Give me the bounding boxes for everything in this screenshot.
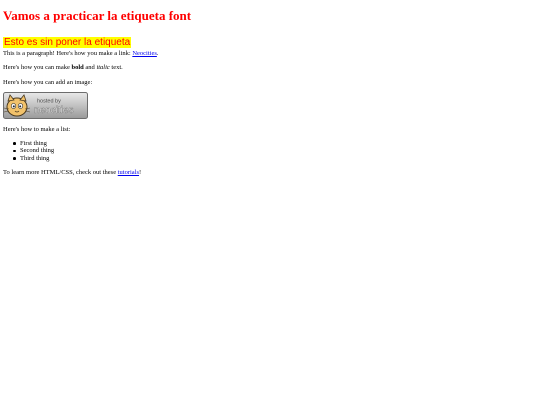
neocities-link[interactable]: Neocities xyxy=(132,50,157,57)
page-title: Vamos a practicar la etiqueta font xyxy=(3,8,192,23)
format-text-end: text. xyxy=(109,64,123,72)
page-content: Vamos a practicar la etiqueta font Esto … xyxy=(3,0,533,177)
bullet-icon xyxy=(13,157,16,160)
badge-line1: hosted by xyxy=(37,99,61,105)
hosted-by-neocities-badge[interactable]: hosted by neocities xyxy=(3,92,88,120)
list-item: Second thing xyxy=(13,147,533,155)
list-intro: Here's how to make a list: xyxy=(3,126,71,134)
paragraph-link-text: This is a paragraph! Here's how you make… xyxy=(3,49,133,57)
format-text-middle: and xyxy=(83,64,97,72)
thing-list: First thing Second thing Third thing xyxy=(3,140,533,163)
badge-graphic: hosted by neocities xyxy=(3,92,88,120)
bullet-icon xyxy=(13,149,16,153)
list-item-label: First thing xyxy=(20,139,47,147)
format-text-start: Here's how you can make xyxy=(3,64,72,72)
list-item-label: Third thing xyxy=(20,154,50,162)
italic-text: italic xyxy=(96,64,110,72)
learn-more: To learn more HTML/CSS, check out these … xyxy=(3,169,533,176)
learn-more-text: To learn more HTML/CSS, check out these xyxy=(3,169,118,177)
paragraph-link-end: . xyxy=(156,49,159,57)
paragraph-format: Here's how you can make bold and italic … xyxy=(3,64,533,71)
tutorials-link[interactable]: tutorials xyxy=(118,169,139,176)
image-intro: Here's how you can add an image: xyxy=(3,78,93,86)
list-item: Third thing xyxy=(13,154,533,163)
paragraph-link: This is a paragraph! Here's how you make… xyxy=(3,50,533,57)
list-item-label: Second thing xyxy=(20,147,55,155)
bold-text: bold xyxy=(71,64,84,72)
bullet-icon xyxy=(13,142,16,145)
list-item: First thing xyxy=(13,139,533,148)
badge-line2: neocities xyxy=(34,105,73,116)
learn-more-end: ! xyxy=(139,169,142,177)
highlighted-text: Esto es sin poner la etiqueta xyxy=(3,36,132,48)
